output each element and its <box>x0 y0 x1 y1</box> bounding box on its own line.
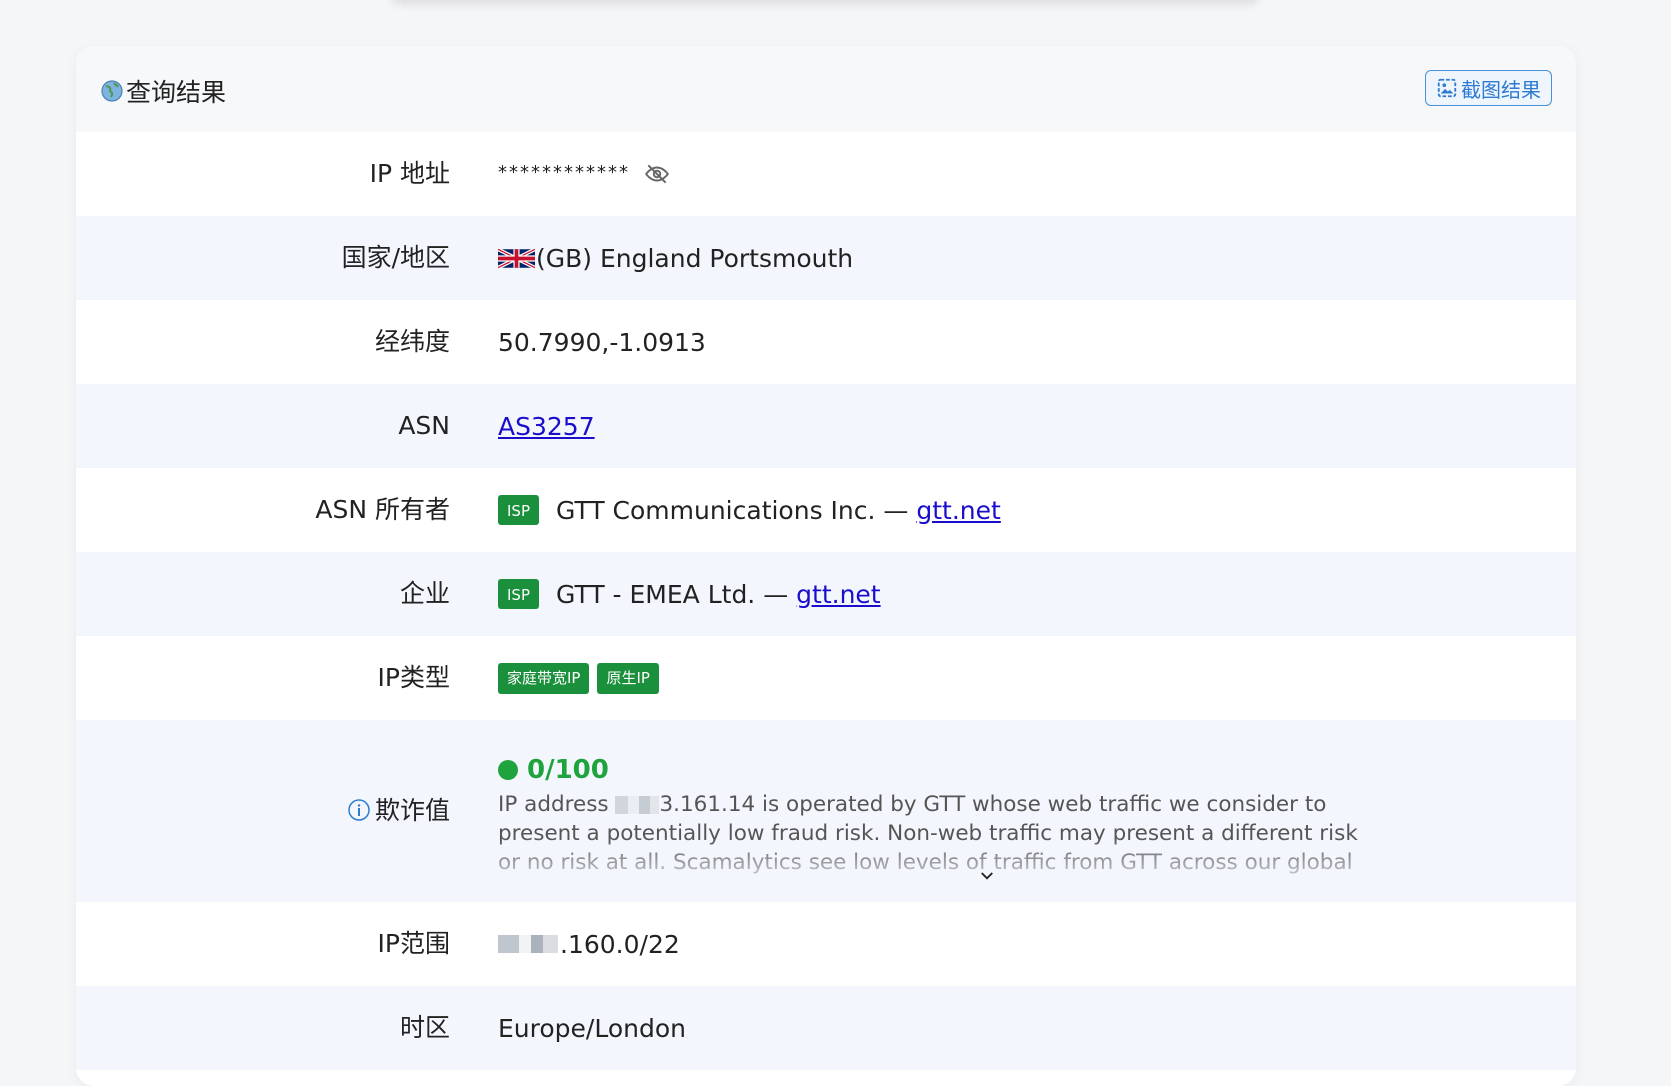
row-country: 国家/地区 (GB) England Portsmouth <box>76 216 1576 300</box>
screenshot-button[interactable]: 截图结果 <box>1425 70 1552 106</box>
info-icon[interactable] <box>347 798 371 822</box>
fraud-score: 0/100 <box>498 750 1378 790</box>
eye-off-icon[interactable] <box>644 161 670 187</box>
ip-type-value: 家庭带宽IP 原生IP <box>498 636 667 720</box>
ip-label: IP 地址 <box>369 159 450 188</box>
chevron-down-icon[interactable] <box>978 867 996 885</box>
coords-value: 50.7990,-1.0913 <box>498 327 706 357</box>
ip-range-text: .160.0/22 <box>560 929 680 959</box>
org-value: ISP GTT - EMEA Ltd. — gtt.net <box>498 552 881 636</box>
asn-owner-name: GTT Communications Inc. — <box>556 495 909 525</box>
coords-label: 经纬度 <box>374 327 450 356</box>
org-link[interactable]: gtt.net <box>796 580 880 609</box>
ip-value: ************ <box>498 132 670 216</box>
asn-label: ASN <box>398 411 450 440</box>
tag-residential: 家庭带宽IP <box>498 662 590 694</box>
row-asn: ASN AS3257 <box>76 384 1576 468</box>
card-title-text: 查询结果 <box>126 78 227 107</box>
tag-native: 原生IP <box>597 662 659 694</box>
row-fraud: 欺诈值 0/100 IP address 3.161.14 is operate… <box>76 720 1576 902</box>
globe-icon <box>101 80 123 102</box>
country-label: 国家/地区 <box>341 243 450 272</box>
asn-owner-label: ASN 所有者 <box>315 495 450 524</box>
row-ip: IP 地址 ************ <box>76 132 1576 216</box>
row-timezone: 时区 Europe/London <box>76 986 1576 1070</box>
card-header: 查询结果 截图结果 <box>76 46 1576 132</box>
row-ip-range: IP范围 .160.0/22 <box>76 902 1576 986</box>
status-dot <box>498 760 518 780</box>
timezone-value: Europe/London <box>498 1013 686 1043</box>
country-value: (GB) England Portsmouth <box>498 216 853 300</box>
fraud-label-text: 欺诈值 <box>374 796 450 825</box>
asn-owner-link[interactable]: gtt.net <box>916 496 1000 525</box>
asn-link[interactable]: AS3257 <box>498 412 595 441</box>
isp-badge: ISP <box>498 579 539 609</box>
country-text: (GB) England Portsmouth <box>536 243 854 273</box>
screenshot-button-label: 截图结果 <box>1461 77 1541 102</box>
fraud-score-value: 0/100 <box>527 755 609 785</box>
row-coords: 经纬度 50.7990,-1.0913 <box>76 300 1576 384</box>
row-org: 企业 ISP GTT - EMEA Ltd. — gtt.net <box>76 552 1576 636</box>
ip-range-value: .160.0/22 <box>498 902 680 986</box>
org-name: GTT - EMEA Ltd. — <box>556 579 789 609</box>
uk-flag-icon <box>498 247 535 269</box>
row-ip-type: IP类型 家庭带宽IP 原生IP <box>76 636 1576 720</box>
fraud-label: 欺诈值 <box>347 720 450 902</box>
redacted-range <box>498 935 558 953</box>
ip-masked: ************ <box>498 161 630 183</box>
ip-range-label: IP范围 <box>377 929 450 958</box>
result-card: 查询结果 截图结果 IP 地址 ************ 国家/地区 (GB) … <box>76 46 1576 1086</box>
asn-owner-value: ISP GTT Communications Inc. — gtt.net <box>498 468 1001 552</box>
fraud-box: 0/100 IP address 3.161.14 is operated by… <box>498 750 1378 880</box>
image-icon <box>1437 78 1457 98</box>
ip-type-label: IP类型 <box>377 663 450 692</box>
org-label: 企业 <box>399 579 450 608</box>
fraud-description: IP address 3.161.14 is operated by GTT w… <box>498 790 1378 878</box>
asn-value: AS3257 <box>498 384 595 468</box>
row-asn-owner: ASN 所有者 ISP GTT Communications Inc. — gt… <box>76 468 1576 552</box>
card-title: 查询结果 <box>100 73 226 109</box>
fraud-text-prefix: IP address <box>498 792 609 817</box>
redacted-ip <box>615 796 660 814</box>
timezone-label: 时区 <box>399 1013 450 1042</box>
isp-badge: ISP <box>498 495 539 525</box>
